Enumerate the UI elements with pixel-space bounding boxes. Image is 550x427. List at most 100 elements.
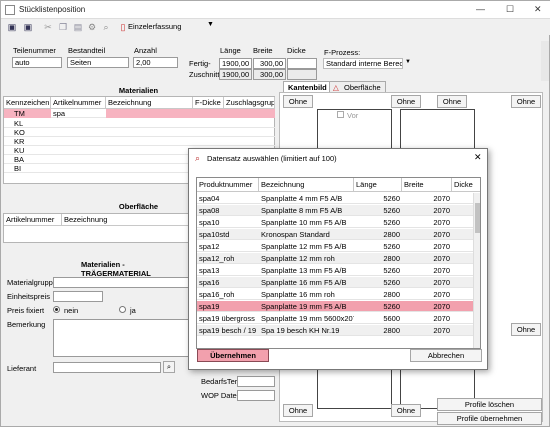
teilenummer-field[interactable]: auto [12,57,62,68]
bestandteil-field[interactable]: Seiten [67,57,129,68]
col-bezeichnung[interactable]: Bezeichnung [106,97,193,109]
fertig-laenge-field[interactable]: 1900,00 [219,58,252,69]
col-bezeichnung[interactable]: Bezeichnung [259,178,354,192]
profile-uebernehmen-button[interactable]: Profile übernehmen [437,412,542,425]
profile-loeschen-button[interactable]: Profile löschen [437,398,542,411]
row-kennzeichen: TM [4,109,51,118]
cell-bez: Spanplatte 16 mm F5 A/B [261,278,347,287]
col-fdicke[interactable]: F-Dicke [193,97,224,109]
col-zuschlagsgruppe[interactable]: Zuschlagsgrupp [224,97,275,109]
scroll-thumb[interactable] [475,203,480,233]
title-bar: Stücklistenposition — ☐ ✕ [1,1,550,19]
lieferant-field[interactable] [53,362,161,373]
table-row[interactable]: spa10 Spanplatte 10 mm F5 A/B 5260 2070 [197,217,473,228]
copy-icon[interactable]: ❐ [58,22,68,32]
paste-icon[interactable]: ▤ [73,22,83,32]
table-row-selected[interactable]: spa19 Spanplatte 19 mm F5 A/B 5260 2070 [197,301,473,312]
table-row[interactable]: KL [4,119,275,128]
cell-bez: Spanplatte 19 mm F5 A/B [261,302,347,311]
uebernehmen-button[interactable]: Übernehmen [197,349,269,362]
dialog-grid: Produktnummer Bezeichnung Länge Breite D… [196,177,481,349]
save-close-icon[interactable]: ▣ [23,22,33,32]
dialog-title: Datensatz auswählen (limitiert auf 100) [207,154,337,163]
table-row[interactable]: spa10std Kronospan Standard 2800 2070 [197,229,473,240]
table-row[interactable]: spa13 Spanplatte 13 mm F5 A/B 5260 2070 [197,265,473,276]
cell-nr: spa04 [199,194,220,203]
col-bezeichnung[interactable]: Bezeichnung [62,214,192,226]
col-kennzeichen[interactable]: Kennzeichen [4,97,51,109]
table-row[interactable]: TM spa [4,109,275,118]
cell-bez: Spanplatte 12 mm F5 A/B [261,242,347,251]
cell-bez: Spa 19 besch KH Nr.19 [261,326,340,335]
table-row[interactable]: spa19 besch / 19 Spa 19 besch KH Nr.19 280… [197,325,473,336]
cell-breite: 2070 [433,206,450,215]
scrollbar[interactable] [541,41,549,81]
cell-laenge: 2800 [383,290,400,299]
lieferant-search-icon[interactable]: ⌕ [163,361,175,373]
dialog-scrollbar[interactable] [473,193,480,348]
maximize-icon[interactable]: ☐ [506,4,514,15]
cell-laenge: 2800 [383,254,400,263]
ohne-button[interactable]: Ohne [283,404,313,417]
ohne-button[interactable]: Ohne [437,95,467,108]
app-icon [5,5,15,15]
ohne-button[interactable]: Ohne [511,323,541,336]
cell-bez: Spanplatte 13 mm F5 A/B [261,266,347,275]
fprozess-select[interactable]: Standard interne Berechnur [323,58,403,69]
teilenummer-label: Teilenummer [13,46,56,55]
view-dropdown-icon[interactable]: ▼ [207,21,214,28]
materialgruppe-select[interactable] [53,277,189,288]
search-icon[interactable]: ⌕ [101,22,111,32]
einheitspreis-field[interactable] [53,291,103,302]
toolbar: ▣ ▣ ✂ ❐ ▤ ⚙ ⌕ ▯ Einzelerfassung ▼ [1,19,550,35]
cell-laenge: 5600 [383,314,400,323]
close-icon[interactable]: ✕ [474,152,482,163]
col-dicke[interactable]: Dicke [452,178,480,192]
wop-field[interactable] [237,390,275,401]
bedarfstermin-field[interactable] [237,376,275,387]
view-label[interactable]: Einzelerfassung [128,22,181,31]
cell-laenge: 5260 [383,302,400,311]
cut-icon[interactable]: ✂ [43,22,53,32]
document-icon[interactable]: ▯ [118,22,128,32]
table-row[interactable]: spa04 Spanplatte 4 mm F5 A/B 5260 2070 [197,193,473,204]
cell-bez: Spanplatte 8 mm F5 A/B [261,206,343,215]
ohne-button[interactable]: Ohne [283,95,313,108]
ja-label: ja [130,306,136,315]
ohne-button[interactable]: Ohne [391,404,421,417]
dialog-title-bar: ⌕ Datensatz auswählen (limitiert auf 100… [189,149,487,167]
vor-checkbox[interactable] [337,111,344,118]
table-row[interactable]: spa16_roh Spanplatte 16 mm roh 2800 2070 [197,289,473,300]
col-produktnummer[interactable]: Produktnummer [197,178,259,192]
minimize-icon[interactable]: — [476,4,485,14]
anzahl-field[interactable]: 2,00 [133,57,178,68]
ohne-button[interactable]: Ohne [511,95,541,108]
table-row[interactable]: spa12 Spanplatte 12 mm F5 A/B 5260 2070 [197,241,473,252]
fprozess-dropdown-icon[interactable]: ▼ [405,59,411,65]
cell-nr: spa12 [199,242,220,251]
table-row[interactable]: spa12_roh Spanplatte 12 mm roh 2800 2070 [197,253,473,264]
fprozess-label: F-Prozess: [324,48,361,57]
abbrechen-button[interactable]: Abbrechen [410,349,482,362]
table-row[interactable]: spa08 Spanplatte 8 mm F5 A/B 5260 2070 [197,205,473,216]
bemerkung-field[interactable] [53,319,189,357]
nein-radio[interactable] [53,306,60,313]
close-icon[interactable]: ✕ [534,4,542,15]
cell-laenge: 5260 [383,242,400,251]
table-row[interactable]: spa16 Spanplatte 16 mm F5 A/B 5260 2070 [197,277,473,288]
ohne-button[interactable]: Ohne [391,95,421,108]
ja-radio[interactable] [119,306,126,313]
col-laenge[interactable]: Länge [354,178,402,192]
table-row[interactable]: spa19 übergross Spanplatte 19 mm 5600x207… [197,313,473,324]
fertig-dicke-field[interactable] [287,58,317,69]
cell-laenge: 5260 [383,266,400,275]
col-artikelnummer[interactable]: Artikelnummer [4,214,62,226]
fertig-breite-field[interactable]: 300,00 [253,58,286,69]
table-row[interactable]: KR [4,137,275,146]
save-icon[interactable]: ▣ [7,22,17,32]
row-artikelnummer[interactable]: spa [51,109,106,118]
col-artikelnummer[interactable]: Artikelnummer [51,97,106,109]
table-row[interactable]: KO [4,128,275,137]
col-breite[interactable]: Breite [402,178,452,192]
settings-icon[interactable]: ⚙ [87,22,97,32]
